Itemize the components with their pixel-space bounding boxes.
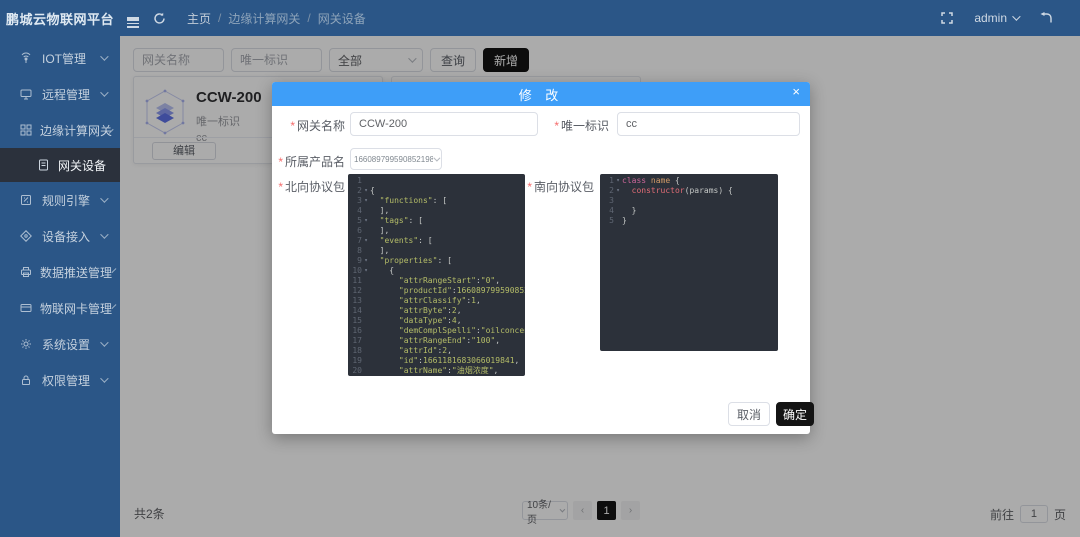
chevron-down-icon: [1012, 12, 1020, 20]
sidebar: IOT管理 远程管理 边缘计算网关 网关设备 规则引擎 设备接入 数据推送管理: [0, 36, 120, 537]
chevron-down-icon: [111, 304, 116, 309]
username: admin: [974, 11, 1007, 25]
platform-logo: 鹏城云物联网平台: [0, 9, 120, 28]
modal-unique-id-input[interactable]: [617, 112, 800, 136]
gateway-name-label: *网关名称: [272, 117, 345, 134]
sidebar-item-edge-computing[interactable]: 边缘计算网关: [0, 112, 120, 148]
chevron-down-icon: [111, 268, 116, 273]
south-protocol-label: *南向协议包: [527, 178, 594, 195]
chevron-down-icon: [100, 338, 108, 346]
chevron-down-icon: [100, 88, 108, 96]
product-select[interactable]: 1660897995908521985: [350, 148, 442, 170]
breadcrumb: 主页 / 边缘计算网关 / 网关设备: [187, 10, 366, 27]
chevron-down-icon: [100, 374, 108, 382]
north-protocol-editor[interactable]: 12▾{3▾ "functions": [4 ],5▾ "tags": [6 ]…: [348, 174, 525, 376]
modal-header: 修 改 ×: [272, 82, 810, 106]
modal-footer: 取消 确定: [272, 398, 810, 434]
close-icon[interactable]: ×: [792, 85, 800, 98]
modal-gateway-name-input[interactable]: [350, 112, 538, 136]
cancel-button[interactable]: 取消: [728, 402, 770, 426]
modal-title: 修 改: [519, 85, 564, 104]
document-icon: [38, 159, 51, 171]
south-protocol-editor[interactable]: 1▾class name {2▾ constructor(params) {34…: [600, 174, 778, 351]
chevron-down-icon: [100, 52, 108, 60]
sidebar-item-iot-card[interactable]: 物联网卡管理: [0, 290, 120, 326]
north-protocol-label: *北向协议包: [272, 178, 345, 195]
sidebar-item-iot[interactable]: IOT管理: [0, 40, 120, 76]
refresh-icon[interactable]: [153, 12, 166, 25]
breadcrumb-gateway-device: 网关设备: [318, 10, 366, 27]
edit-modal: 修 改 × *网关名称 *唯一标识 *所属产品名 166089799590852…: [272, 82, 810, 434]
app-root: 鹏城云物联网平台 主页 / 边缘计算网关 / 网关设备 admin: [0, 0, 1080, 537]
lock-icon: [20, 374, 34, 386]
chevron-down-icon: [100, 230, 108, 238]
breadcrumb-edge-computing[interactable]: 边缘计算网关: [228, 10, 300, 27]
chevron-down-icon: [100, 194, 108, 202]
breadcrumb-home[interactable]: 主页: [187, 10, 211, 27]
logout-icon[interactable]: [1039, 12, 1053, 24]
product-name-label: *所属产品名: [272, 153, 345, 170]
grid-icon: [20, 124, 32, 136]
chevron-down-icon: [433, 154, 440, 161]
user-menu[interactable]: admin: [974, 11, 1018, 25]
diamond-icon: [20, 230, 34, 242]
sidebar-item-gateway-device[interactable]: 网关设备: [0, 148, 120, 182]
antenna-icon: [20, 52, 34, 64]
sidebar-item-remote[interactable]: 远程管理: [0, 76, 120, 112]
fullscreen-icon[interactable]: [941, 12, 953, 24]
confirm-button[interactable]: 确定: [776, 402, 814, 426]
card-icon: [20, 302, 32, 314]
sidebar-item-device-access[interactable]: 设备接入: [0, 218, 120, 254]
sidebar-item-rule-engine[interactable]: 规则引擎: [0, 182, 120, 218]
top-header: 鹏城云物联网平台 主页 / 边缘计算网关 / 网关设备 admin: [0, 0, 1080, 36]
modal-unique-id-label: *唯一标识: [542, 117, 609, 134]
sidebar-item-permissions[interactable]: 权限管理: [0, 362, 120, 398]
monitor-icon: [20, 88, 34, 100]
rule-icon: [20, 194, 34, 206]
printer-icon: [20, 266, 32, 278]
sidebar-item-data-push[interactable]: 数据推送管理: [0, 254, 120, 290]
sidebar-item-system-settings[interactable]: 系统设置: [0, 326, 120, 362]
gear-icon: [20, 338, 34, 350]
collapse-menu-icon[interactable]: [127, 15, 139, 21]
